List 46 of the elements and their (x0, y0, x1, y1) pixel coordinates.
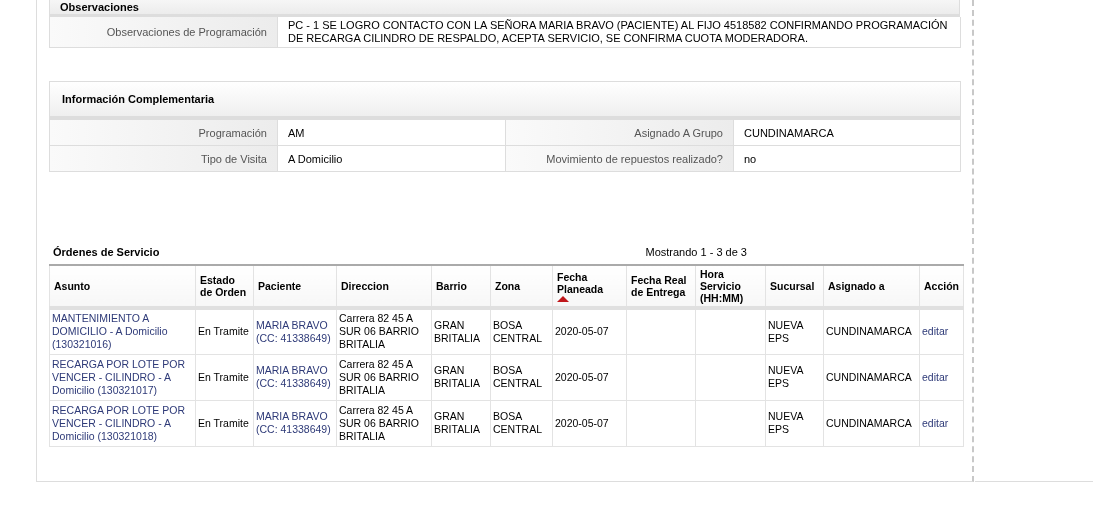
table-cell: Carrera 82 45 A SUR 06 BARRIO BRITALIA (336, 400, 432, 446)
table-cell: 2020-05-07 (552, 308, 627, 354)
table-cell: En Tramite (195, 308, 254, 354)
field-value: no (743, 151, 758, 167)
column-header[interactable]: Barrio (431, 265, 491, 308)
table-cell: CUNDINAMARCA (823, 354, 920, 400)
table-cell: Carrera 82 45 A SUR 06 BARRIO BRITALIA (336, 354, 432, 400)
table-cell: GRAN BRITALIA (431, 400, 491, 446)
column-header[interactable]: Paciente (253, 265, 337, 308)
paging-info: Mostrando 1 - 3 de 3 (644, 246, 747, 258)
table-cell: NUEVA EPS (765, 354, 824, 400)
section-title: Observaciones (60, 1, 139, 13)
table-cell: GRAN BRITALIA (431, 308, 491, 354)
table-cell: CUNDINAMARCA (823, 400, 920, 446)
table-cell: GRAN BRITALIA (431, 354, 491, 400)
column-header[interactable]: Acción (919, 265, 964, 308)
table-cell: BOSA CENTRAL (490, 308, 553, 354)
field-label: Tipo de Visita (50, 146, 278, 171)
field-label: Movimiento de repuestos realizado? (506, 146, 734, 171)
column-header[interactable]: Hora Servicio (HH:MM) (695, 265, 766, 308)
field-value: PC - 1 SE LOGRO CONTACTO CON LA SEÑORA MARIA BRAVO (PACIENTE) AL FIJO 4518582 CONFIRMANDO PROGRAMACIÓN DE RECARGA CILINDRO DE RESPALDO, ACEPTA SERVICIO, SE CONFIRMA CUOTA MODERADORA. (287, 18, 949, 46)
column-header[interactable]: Direccion (336, 265, 432, 308)
field-label: Programación (50, 120, 278, 145)
table-cell: NUEVA EPS (765, 400, 824, 446)
table-cell: BOSA CENTRAL (490, 400, 553, 446)
table-title: Órdenes de Servicio (52, 246, 161, 258)
field-label: Observaciones de Programación (50, 17, 278, 47)
section-title: Información Complementaria (62, 93, 215, 105)
column-header[interactable]: Fecha Planeada (552, 265, 627, 308)
table-cell: CUNDINAMARCA (823, 308, 920, 354)
table-cell: 2020-05-07 (552, 400, 627, 446)
table-cell: 2020-05-07 (552, 354, 627, 400)
column-header[interactable]: Asignado a (823, 265, 920, 308)
table-cell: En Tramite (195, 354, 254, 400)
column-header[interactable]: Asunto (49, 265, 196, 308)
field-label: Asignado A Grupo (506, 120, 734, 145)
column-header[interactable]: Zona (490, 265, 553, 308)
table-cell: En Tramite (195, 400, 254, 446)
column-header[interactable]: Sucursal (765, 265, 824, 308)
table-cell: NUEVA EPS (765, 308, 824, 354)
table-cell: Carrera 82 45 A SUR 06 BARRIO BRITALIA (336, 308, 432, 354)
field-value: CUNDINAMARCA (743, 125, 835, 141)
column-header[interactable]: Estado de Orden (195, 265, 254, 308)
sort-ascending-icon (557, 295, 569, 302)
column-header[interactable]: Fecha Real de Entrega (626, 265, 696, 308)
table-cell: BOSA CENTRAL (490, 354, 553, 400)
